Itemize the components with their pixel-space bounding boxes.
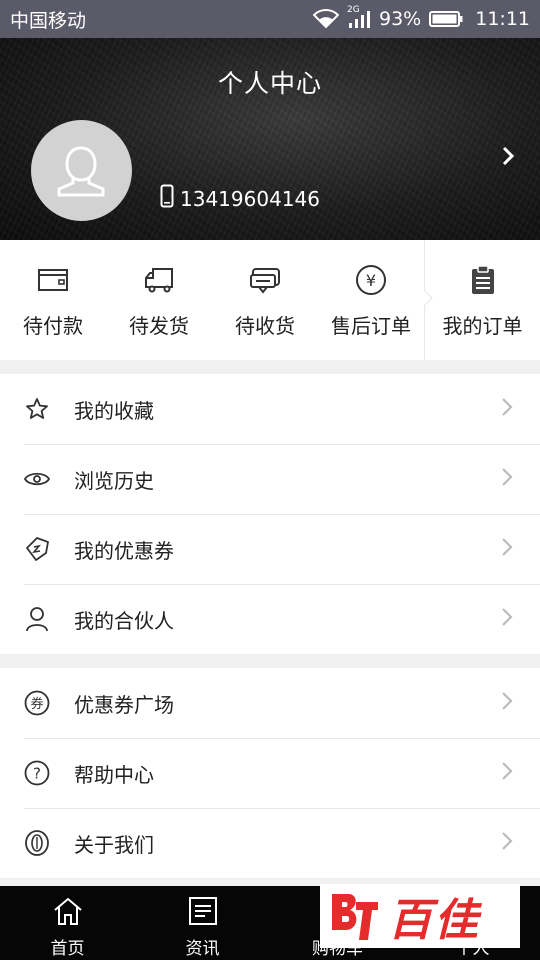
- wallet-icon: [37, 264, 69, 296]
- network-type: 2G: [347, 5, 360, 15]
- clock: 11:11: [475, 8, 530, 30]
- wifi-icon: [313, 9, 339, 29]
- chevron-right-icon: [501, 831, 513, 855]
- menu-item-favorites[interactable]: 我的收藏: [0, 374, 540, 444]
- menu-item-label: 优惠券广场: [74, 692, 174, 717]
- profile-header[interactable]: 个人中心 13419604146: [0, 38, 540, 240]
- chevron-right-icon: [501, 761, 513, 785]
- chevron-right-icon: [501, 691, 513, 715]
- menu-item-label: 浏览历史: [74, 468, 154, 493]
- tab-label: 首页: [50, 939, 85, 959]
- phone-number-text: 13419604146: [180, 186, 320, 211]
- menu-group-personal: 我的收藏 浏览历史 我的优惠券 我的合伙人: [0, 374, 540, 654]
- order-after-sales[interactable]: ¥ 售后订单: [318, 240, 424, 360]
- svg-text:¥: ¥: [366, 271, 376, 290]
- eye-icon: [24, 466, 50, 492]
- battery-icon: [429, 10, 463, 28]
- menu-item-coupon-plaza[interactable]: 券 优惠券广场: [0, 668, 540, 738]
- home-icon: [52, 896, 84, 930]
- coupon-tag-icon: [24, 536, 50, 562]
- menu-item-partners[interactable]: 我的合伙人: [0, 584, 540, 654]
- coupon-circle-icon: 券: [24, 690, 50, 716]
- default-user-icon: [57, 146, 105, 197]
- menu-item-label: 帮助中心: [74, 762, 154, 787]
- about-icon: [24, 830, 50, 856]
- chevron-right-icon[interactable]: [502, 146, 515, 170]
- menu-item-label: 我的优惠券: [74, 538, 174, 563]
- tab-news[interactable]: 资讯: [135, 886, 270, 960]
- phone-number: 13419604146: [160, 184, 320, 213]
- svg-text:券: 券: [30, 696, 43, 712]
- menu-item-history[interactable]: 浏览历史: [0, 444, 540, 514]
- menu-item-label: 我的合伙人: [74, 608, 174, 633]
- order-label: 待发货: [129, 314, 189, 338]
- tab-label: 资讯: [185, 939, 220, 959]
- order-label: 待收货: [235, 314, 295, 338]
- star-icon: [24, 396, 50, 422]
- menu-item-label: 关于我们: [74, 832, 154, 857]
- watermark-mark-icon: [332, 894, 378, 940]
- yen-icon: ¥: [355, 264, 387, 296]
- chevron-right-icon: [501, 467, 513, 491]
- person-icon: [24, 606, 50, 632]
- avatar[interactable]: [31, 120, 132, 221]
- order-label: 待付款: [23, 314, 83, 338]
- carrier-name: 中国移动: [10, 9, 87, 32]
- my-orders-label: 我的订单: [442, 314, 523, 338]
- receive-icon: [249, 264, 281, 296]
- menu-group-service: 券 优惠券广场 ? 帮助中心 关于我们: [0, 668, 540, 878]
- watermark-logo: 百佳: [320, 884, 520, 948]
- menu-item-help[interactable]: ? 帮助中心: [0, 738, 540, 808]
- order-pending-payment[interactable]: 待付款: [0, 240, 106, 360]
- svg-text:?: ?: [33, 765, 41, 783]
- tab-home[interactable]: 首页: [0, 886, 135, 960]
- order-label: 售后订单: [331, 314, 411, 338]
- menu-item-about[interactable]: 关于我们: [0, 808, 540, 878]
- status-bar: 中国移动 2G 93% 11:11: [0, 0, 540, 38]
- truck-icon: [143, 264, 175, 296]
- chevron-right-icon: [501, 537, 513, 561]
- order-pending-receipt[interactable]: 待收货: [212, 240, 318, 360]
- watermark-text: 百佳: [388, 895, 480, 946]
- page-title: 个人中心: [217, 69, 322, 98]
- chevron-right-icon: [501, 607, 513, 631]
- battery-percent: 93%: [379, 8, 422, 30]
- help-icon: ?: [24, 760, 50, 786]
- signal-icon: 2G: [347, 5, 371, 29]
- menu-item-label: 我的收藏: [74, 398, 154, 423]
- order-pending-shipment[interactable]: 待发货: [106, 240, 212, 360]
- order-status-row: 待付款 待发货 待收货 ¥ 售后订单 我的订单: [0, 240, 540, 360]
- chevron-right-icon: [501, 397, 513, 421]
- menu-item-coupons[interactable]: 我的优惠券: [0, 514, 540, 584]
- divider-notch: [424, 290, 433, 306]
- mobile-phone-icon: [160, 184, 174, 213]
- clipboard-icon: [470, 264, 496, 296]
- my-orders-button[interactable]: 我的订单: [424, 240, 540, 360]
- news-icon: [188, 896, 218, 930]
